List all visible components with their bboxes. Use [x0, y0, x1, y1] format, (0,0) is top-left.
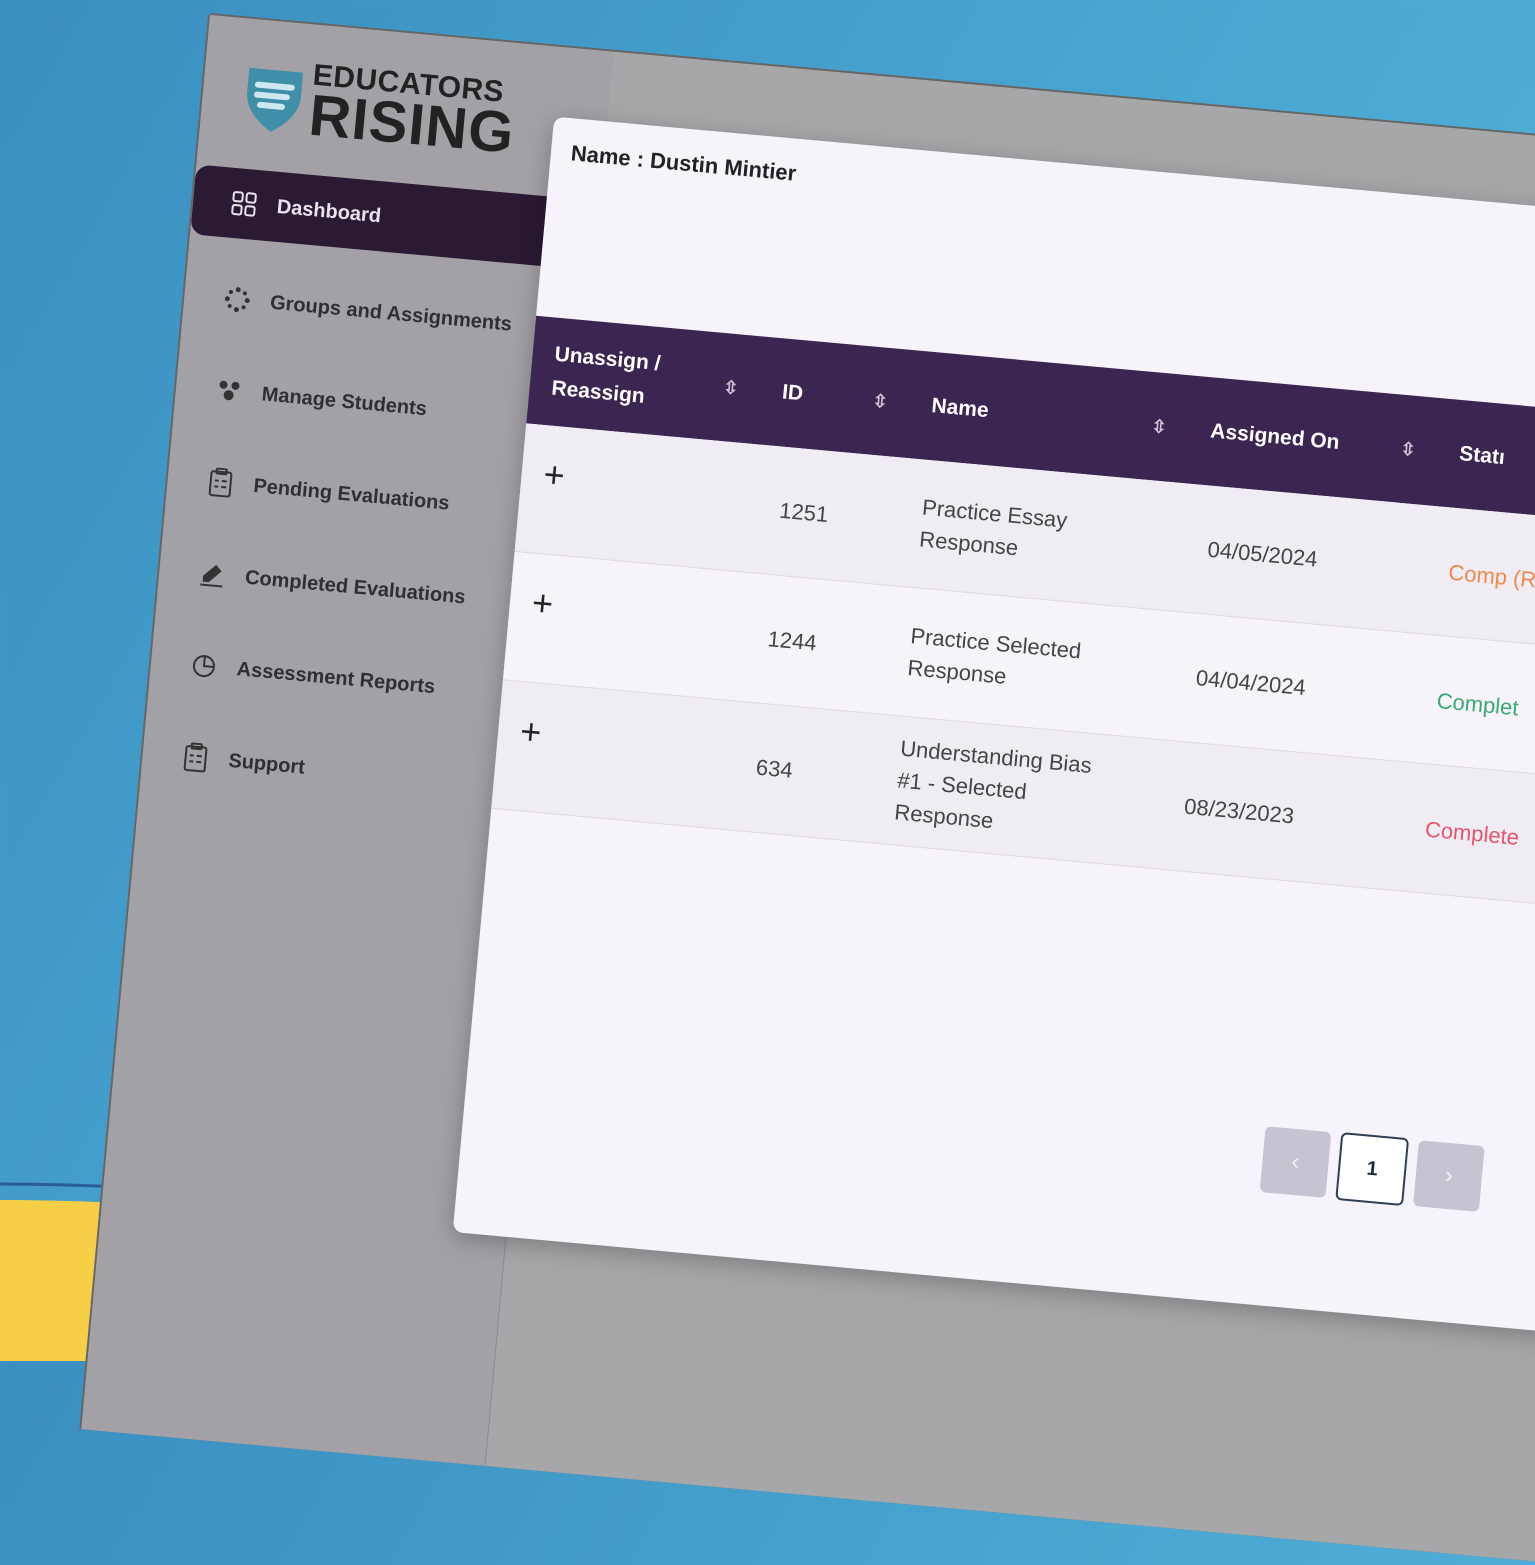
- pie-chart-icon: [188, 650, 221, 683]
- pencil-icon: [196, 558, 229, 591]
- column-label: Name: [930, 394, 990, 423]
- sidebar-item-label: Support: [227, 749, 306, 779]
- assignments-table: Unassign / Reassign ⇳ ID ⇳ Name ⇳ Assign…: [491, 315, 1535, 918]
- clipboard-icon: [204, 467, 237, 500]
- assigned-on-date: 08/23/2023: [1183, 793, 1296, 829]
- sidebar-item-assessment-reports[interactable]: Assessment Reports: [148, 630, 557, 728]
- column-label: Assigned On: [1209, 419, 1341, 455]
- sidebar-item-groups-and-assignments[interactable]: Groups and Assignments: [182, 264, 591, 362]
- sort-icon[interactable]: ⇳: [722, 377, 739, 399]
- reassign-button[interactable]: +: [515, 423, 756, 571]
- sort-icon[interactable]: ⇳: [1151, 416, 1168, 438]
- sidebar-item-label: Assessment Reports: [235, 657, 437, 698]
- status-text: Complete: [1424, 816, 1521, 850]
- sidebar-item-label: Manage Students: [260, 382, 428, 420]
- clipboard-icon: [179, 741, 212, 774]
- column-header-assigned-on[interactable]: Assigned On ⇳: [1184, 376, 1443, 506]
- current-page-button[interactable]: 1: [1335, 1132, 1410, 1207]
- sidebar-item-support[interactable]: Support: [140, 722, 549, 820]
- sidebar-item-label: Completed Evaluations: [244, 566, 467, 609]
- pagination: ‹ 1 ›: [1259, 1125, 1495, 1214]
- column-header-id[interactable]: ID ⇳: [755, 337, 914, 458]
- assignment-name: Practice Essay Response: [918, 494, 1069, 561]
- reassign-button[interactable]: +: [491, 680, 732, 828]
- brand-line2: RISING: [306, 82, 518, 166]
- column-label: ID: [781, 380, 805, 406]
- grid-icon: [228, 188, 261, 221]
- column-label: Statı: [1458, 442, 1506, 470]
- sort-icon[interactable]: ⇳: [1400, 438, 1417, 460]
- prev-page-button[interactable]: ‹: [1259, 1126, 1332, 1198]
- assignment-id: 634: [754, 754, 794, 783]
- next-page-button[interactable]: ›: [1413, 1140, 1485, 1212]
- sidebar-item-pending-evaluations[interactable]: Pending Evaluations: [165, 447, 574, 545]
- spinner-icon: [221, 283, 254, 316]
- sidebar-item-label: Dashboard: [275, 195, 382, 227]
- sort-icon[interactable]: ⇳: [872, 390, 889, 412]
- column-label: Unassign / Reassign: [550, 343, 662, 408]
- sidebar-item-label: Pending Evaluations: [252, 474, 451, 515]
- sidebar-item-manage-students[interactable]: Manage Students: [173, 356, 582, 454]
- assigned-on-date: 04/04/2024: [1194, 665, 1307, 701]
- column-header-unassign-reassign[interactable]: Unassign / Reassign ⇳: [526, 316, 765, 444]
- users-icon: [213, 375, 246, 408]
- brand-logo: EDUCATORS RISING: [239, 54, 519, 166]
- assignment-name: Practice Selected Response: [906, 623, 1083, 689]
- assignment-name: Understanding Bias #1 - Selected Respons…: [893, 735, 1093, 834]
- app-window: EDUCATORS RISING Dashboard Groups and As…: [81, 15, 1535, 1565]
- assigned-on-date: 04/05/2024: [1206, 536, 1319, 572]
- shield-logo-icon: [247, 67, 304, 132]
- reassign-button[interactable]: +: [503, 552, 744, 700]
- assignment-id: 1251: [778, 497, 830, 528]
- student-name-label: Name : Dustin Mintier: [569, 140, 798, 186]
- sidebar-item-label: Groups and Assignments: [269, 291, 513, 336]
- assignment-id: 1244: [766, 626, 818, 656]
- student-assignments-modal: Name : Dustin Mintier Unassign / Reassig…: [452, 116, 1535, 1341]
- sidebar-item-completed-evaluations[interactable]: Completed Evaluations: [157, 539, 566, 637]
